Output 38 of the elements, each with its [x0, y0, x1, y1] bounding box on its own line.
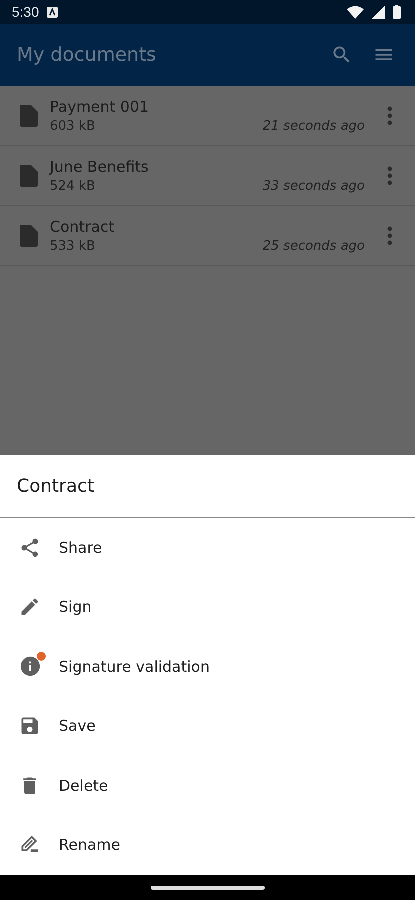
- pencil-icon: [19, 596, 41, 618]
- more-icon: [387, 166, 393, 186]
- document-size: 603 kB: [50, 118, 96, 134]
- file-icon: [20, 224, 38, 246]
- battery-icon: [393, 5, 401, 19]
- document-name: June Benefits: [50, 158, 150, 176]
- file-icon: [20, 164, 38, 186]
- document-name: Contract: [50, 218, 116, 236]
- menu-item[interactable]: Signature validation: [0, 637, 415, 696]
- wifi-icon: [347, 6, 364, 18]
- document-size: 524 kB: [50, 178, 96, 194]
- document-name: Payment 001: [50, 98, 150, 116]
- menu-item[interactable]: Share: [0, 518, 415, 578]
- menu-item-label: Signature validation: [59, 658, 210, 676]
- status-time: 5:30: [12, 4, 40, 20]
- menu-item[interactable]: Delete: [0, 756, 415, 816]
- share-icon: [19, 536, 41, 559]
- signal-icon: [372, 6, 385, 18]
- document-modified: 25 seconds ago: [262, 238, 365, 254]
- app-title: My documents: [17, 44, 158, 66]
- notification-icon: [47, 6, 58, 18]
- home-indicator[interactable]: [150, 886, 264, 890]
- menu-item-label: Save: [59, 717, 96, 736]
- more-icon: [387, 106, 393, 126]
- sheet-title: Contract: [0, 455, 415, 518]
- menu-item[interactable]: Sign: [0, 578, 415, 637]
- file-icon: [20, 104, 38, 126]
- document-modified: 21 seconds ago: [262, 118, 365, 134]
- menu-item[interactable]: Rename: [0, 816, 415, 875]
- document-modified: 33 seconds ago: [262, 178, 365, 194]
- menu-item-label: Delete: [59, 776, 108, 795]
- document-size: 533 kB: [50, 238, 96, 254]
- menu-item-label: Share: [59, 538, 102, 557]
- menu-item[interactable]: Save: [0, 696, 415, 756]
- menu-item-label: Sign: [59, 598, 92, 616]
- menu-item-label: Rename: [59, 836, 121, 854]
- more-icon: [387, 226, 393, 246]
- info-icon: [18, 655, 42, 678]
